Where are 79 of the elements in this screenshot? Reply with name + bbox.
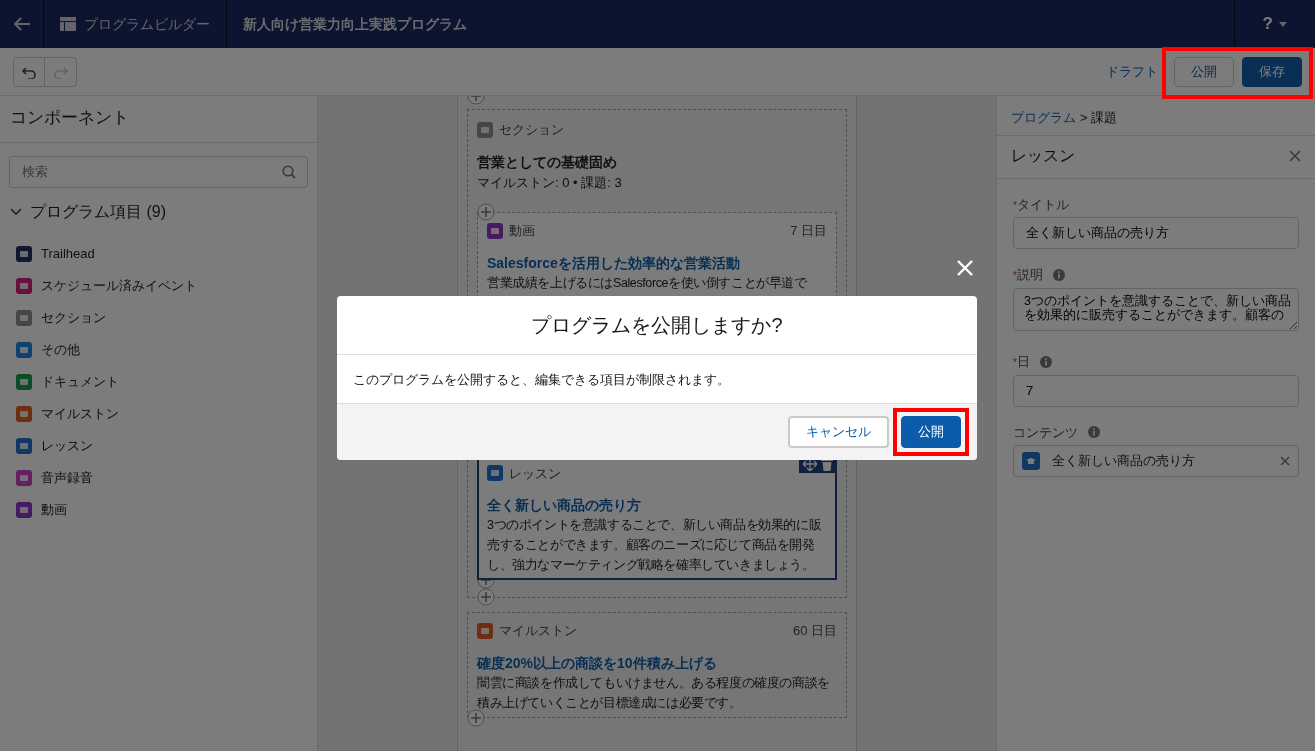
item-title[interactable]: 確度20%以上の商談を10件積み上げる [477,652,837,673]
item-title[interactable]: Salesforceを活用した効率的な営業活動 [487,252,827,273]
add-icon[interactable] [477,588,495,606]
breadcrumb-current: > 課題 [1080,109,1118,127]
component-item[interactable]: ドキュメント [0,365,317,398]
field-label: *説明 [1013,266,1043,284]
component-item[interactable]: その他 [0,333,317,366]
item-type: 動画 [509,222,535,240]
panel-heading: レッスン [1011,145,1075,166]
component-icon [16,277,32,294]
component-item[interactable]: セクション [0,301,317,334]
undo-button[interactable] [13,56,45,87]
text-field[interactable]: 7 [1013,374,1299,407]
component-item[interactable]: 音声録音 [0,461,317,494]
save-button[interactable]: 保存 [1242,56,1302,87]
close-icon[interactable] [1289,149,1301,162]
component-icon [16,469,32,486]
info-icon[interactable] [1088,426,1100,439]
milestone-type-icon [477,622,493,639]
cancel-button[interactable]: キャンセル [788,415,889,448]
day-label: 60 日目 [792,622,837,640]
lesson-type-icon [487,465,503,482]
redo-icon [53,64,68,79]
content-field[interactable]: 全く新しい商品の売り方 [1013,445,1299,477]
close-button[interactable] [956,259,974,277]
search-field[interactable]: 検索 [9,155,308,188]
add-icon[interactable] [467,708,485,727]
remove-icon[interactable] [1280,456,1290,466]
info-icon[interactable] [1039,355,1052,368]
item-description: 3つのポイントを意識することで、新しい商品を効果的に販売することができます。顧客のニーズに応じて商品を開発し、強力なマーケティング戦略を確率していきましょう。 [487,517,823,574]
selected-content: 全く新しい商品の売り方 [1052,452,1196,471]
field-label: *日 [1013,353,1030,371]
video-card[interactable]: 動画 7 日目 Salesforceを活用した効率的な営業活動 営業成績を上げるにはSalesforceを使い倒すことが早道で [477,212,837,298]
component-icon [16,373,32,390]
section-title: 営業としての基礎固め [477,152,618,172]
item-type: マイルストン [499,622,577,640]
undo-icon [22,64,36,79]
close-icon [956,259,974,277]
dialog-title: プログラムを公開しますか? [337,296,977,355]
item-title[interactable]: 全く新しい商品の売り方 [487,495,827,515]
app-icon [60,17,76,31]
item-description: 営業成績を上げるにはSalesforceを使い倒すことが早道で [487,274,808,292]
program-title: 新人向け営業力向上実践プログラム [243,14,467,34]
info-icon[interactable] [1052,268,1065,281]
day-label: 7 日目 [790,222,827,240]
text-field[interactable]: 全く新しい商品の売り方 [1013,217,1299,249]
field-label: *タイトル [1013,195,1069,214]
component-icon [16,437,32,454]
component-item[interactable]: Trailhead [0,237,317,270]
draft-status: ドラフト [1106,62,1158,81]
component-icon [16,245,32,262]
component-icon [16,501,32,518]
breadcrumb-link[interactable]: プログラム [1011,108,1076,128]
component-item[interactable]: スケジュール済みイベント [0,269,317,302]
publish-button[interactable]: 公開 [1174,56,1234,87]
component-item[interactable]: レッスン [0,429,317,462]
section-meta: マイルストン: 0 • 課題: 3 [477,173,623,192]
section-type-icon [477,121,493,138]
caret-icon [1279,21,1287,27]
item-type: セクション [499,121,564,139]
dialog-message: このプログラムを公開すると、編集できる項目が制限されます。 [352,371,731,389]
component-icon [16,405,32,422]
component-icon [16,309,32,326]
panel-title: コンポーネント [0,96,317,143]
milestone-card[interactable]: マイルストン 60 日目 確度20%以上の商談を10件積み上げる 闇雲に商談を作成してもいけません。ある程度の確度の商談を積み上げていくことが目標達成には必要です。 [467,612,847,718]
lesson-icon [1022,452,1040,470]
search-icon [282,164,296,179]
component-icon [16,341,32,358]
app-name: プログラムビルダー [84,14,210,34]
video-type-icon [487,222,503,239]
back-arrow-icon [12,16,31,32]
description-field[interactable]: 3つのポイントを意識することで、新しい商品を効果的に販売することができます。顧客の [1013,287,1299,331]
item-description: 闇雲に商談を作成してもいけません。ある程度の確度の商談を積み上げていくことが目標達成には必要です。 [477,674,831,712]
component-item[interactable]: 動画 [0,493,317,526]
component-item[interactable]: マイルストン [0,397,317,430]
item-type: レッスン [509,464,561,483]
help-menu-button[interactable]: ? [1233,0,1315,48]
publish-button[interactable]: 公開 [901,415,961,448]
field-label: コンテンツ [1013,423,1078,442]
